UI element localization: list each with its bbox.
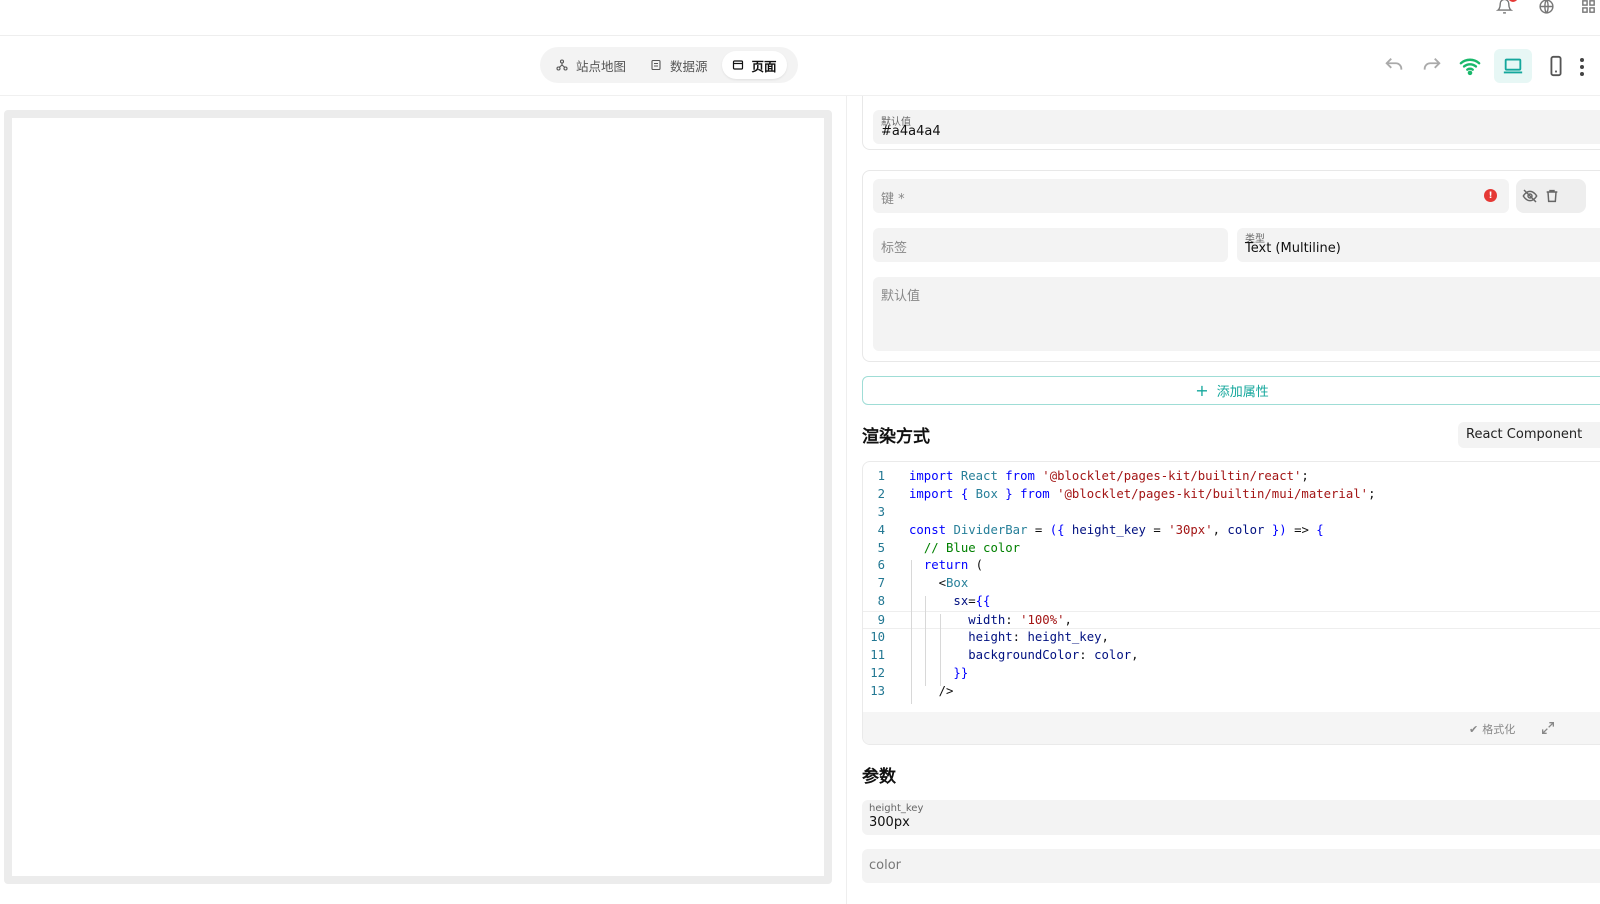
laptop-icon <box>1503 58 1523 74</box>
eye-off-icon[interactable] <box>1522 188 1538 204</box>
code-line: 8 sx={{ <box>877 594 991 609</box>
param-height-key-field[interactable]: height_key 300px <box>862 800 1600 835</box>
more-vertical-icon[interactable] <box>1572 55 1592 79</box>
param-height-key-label: height_key <box>869 803 924 814</box>
tab-datasource-label: 数据源 <box>670 58 708 74</box>
type-value: Text (Multiline) <box>1245 241 1341 256</box>
tab-sitemap[interactable]: 站点地图 <box>546 51 636 79</box>
add-property-button[interactable]: + 添加属性 <box>862 376 1600 405</box>
code-line: 7 <Box <box>877 576 969 591</box>
add-property-label: 添加属性 <box>1216 385 1269 400</box>
code-line: 13 /> <box>870 683 954 698</box>
key-label: 键 * <box>881 192 905 207</box>
expand-icon[interactable] <box>1540 720 1556 736</box>
param-color-field[interactable]: color <box>862 849 1600 883</box>
notification-button[interactable] <box>1492 0 1518 18</box>
type-select[interactable]: 类型 Text (Multiline) <box>1237 228 1600 262</box>
code-line: 2 import { Box } from '@blocklet/pages-ki… <box>877 486 1376 501</box>
sitemap-icon <box>556 59 568 71</box>
property-actions <box>1516 179 1586 213</box>
preview-viewport[interactable] <box>12 118 824 876</box>
view-switcher: 站点地图 数据源 页面 <box>540 47 798 83</box>
globe-icon <box>1538 0 1554 14</box>
property-card-previous: 默认值 #a4a4a4 <box>862 96 1600 150</box>
default-value-textarea[interactable]: 默认值 <box>873 277 1600 351</box>
grid-icon <box>1581 0 1595 13</box>
format-button[interactable]: ✔ 格式化 <box>1469 721 1515 737</box>
param-color-label: color <box>869 858 902 873</box>
indent-guide <box>911 560 912 704</box>
code-line: 4 const DividerBar = ({ height_key = '30p… <box>877 522 1324 537</box>
error-icon: ! <box>1484 189 1497 202</box>
code-line: 5 // Blue color <box>877 540 1021 555</box>
code-line: 10 height: height_key, <box>870 630 1109 645</box>
indent-guide <box>940 614 941 686</box>
tab-sitemap-label: 站点地图 <box>576 58 627 74</box>
panel-divider[interactable] <box>846 96 847 904</box>
key-input[interactable]: 键 * ! <box>873 179 1509 213</box>
render-mode-title: 渲染方式 <box>862 427 930 447</box>
code-line-current: 9 width: '100%', <box>863 611 1600 630</box>
undo-icon <box>1385 58 1403 70</box>
redo-icon <box>1423 58 1441 70</box>
redo-button[interactable] <box>1418 49 1446 83</box>
connection-status-button[interactable] <box>1456 49 1484 83</box>
code-line: 12 }} <box>870 665 969 680</box>
check-icon: ✔ <box>1469 722 1479 736</box>
tab-page-label: 页面 <box>751 58 777 74</box>
label-placeholder: 标签 <box>881 241 908 256</box>
code-line: 3 <box>877 504 885 519</box>
property-card: 键 * ! 标签 类型 Text (Multiline) 默认值 <box>862 170 1600 362</box>
code-editor-footer: ✔ 格式化 <box>863 712 1600 744</box>
language-button[interactable] <box>1534 0 1558 18</box>
tab-page[interactable]: 页面 <box>721 51 787 79</box>
wifi-icon <box>1459 58 1481 76</box>
phone-icon <box>1550 55 1562 77</box>
default-value-placeholder: 默认值 <box>881 289 921 304</box>
format-label: 格式化 <box>1482 723 1516 736</box>
toolbar-actions <box>1380 49 1570 83</box>
trash-icon[interactable] <box>1544 188 1560 204</box>
top-bar <box>0 0 1600 36</box>
plus-icon: + <box>1195 381 1209 400</box>
undo-button[interactable] <box>1380 49 1408 83</box>
label-input[interactable]: 标签 <box>873 228 1228 262</box>
top-icons <box>1492 0 1600 18</box>
bell-icon <box>1495 0 1513 14</box>
desktop-view-button[interactable] <box>1494 49 1532 83</box>
editor-toolbar: 站点地图 数据源 页面 <box>0 36 1600 96</box>
preview-canvas <box>4 110 832 884</box>
mobile-view-button[interactable] <box>1542 49 1570 83</box>
code-line: 11 backgroundColor: color, <box>870 647 1139 662</box>
code-content[interactable]: 1 import React from '@blocklet/pages-kit/… <box>863 468 1600 701</box>
param-height-key-value: 300px <box>869 815 910 830</box>
indent-guide <box>925 596 926 686</box>
prev-default-value: #a4a4a4 <box>881 124 941 139</box>
code-line: 1 import React from '@blocklet/pages-kit/… <box>877 469 1309 483</box>
params-title: 参数 <box>862 767 896 787</box>
page-icon <box>732 60 743 70</box>
apps-button[interactable] <box>1576 0 1600 18</box>
database-icon <box>651 59 661 71</box>
property-panel: 默认值 #a4a4a4 键 * ! 标签 类型 Text (Multiline)… <box>862 96 1600 904</box>
render-mode-select[interactable]: React Component <box>1458 422 1600 448</box>
code-editor[interactable]: 1 import React from '@blocklet/pages-kit/… <box>862 461 1600 745</box>
tab-datasource[interactable]: 数据源 <box>640 51 718 79</box>
prev-default-field[interactable]: 默认值 #a4a4a4 <box>873 110 1600 144</box>
code-line: 6 return ( <box>877 558 984 573</box>
